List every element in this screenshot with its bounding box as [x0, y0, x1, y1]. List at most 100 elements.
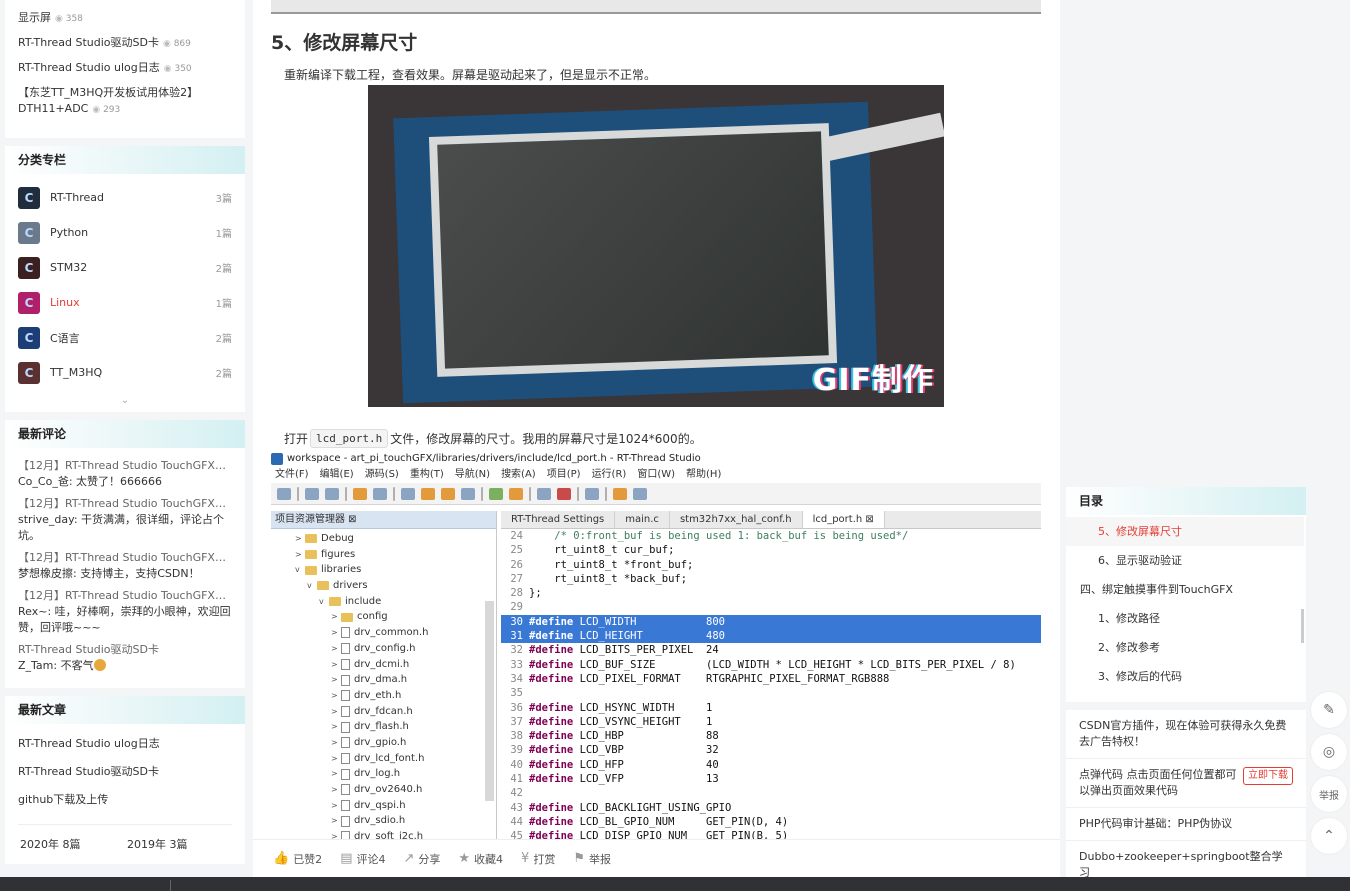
explorer-tree-item[interactable]: > Debug: [271, 531, 496, 547]
ide-menu-item[interactable]: 导航(N): [455, 467, 490, 483]
archive-2019[interactable]: 2019年 3篇: [125, 825, 232, 864]
new-article-link[interactable]: RT-Thread Studio驱动SD卡: [18, 758, 232, 786]
comment-article-link[interactable]: 【12月】RT-Thread Studio TouchGFX驱...: [18, 496, 232, 512]
twisty-icon[interactable]: >: [331, 735, 341, 751]
explorer-tree-item[interactable]: > figures: [271, 547, 496, 563]
twisty-icon[interactable]: >: [295, 531, 305, 547]
comment-article-link[interactable]: 【12月】RT-Thread Studio TouchGFX驱...: [18, 550, 232, 566]
back-to-top-icon[interactable]: ⌃: [1311, 818, 1347, 854]
twisty-icon[interactable]: >: [331, 751, 341, 767]
hot-article-link[interactable]: 显示屏 358: [18, 10, 232, 27]
download-button[interactable]: 立即下载: [1243, 767, 1293, 785]
ide-menu-item[interactable]: 帮助(H): [686, 467, 721, 483]
recommend-item[interactable]: 点弹代码 点击页面任何位置都可以弹出页面效果代码 立即下载: [1066, 759, 1306, 808]
action-label: 评论4: [356, 852, 386, 866]
twisty-icon[interactable]: >: [331, 672, 341, 688]
twisty-icon[interactable]: >: [331, 766, 341, 782]
action-0[interactable]: 👍 已赞2: [273, 851, 322, 867]
twisty-icon[interactable]: v: [307, 578, 317, 594]
hot-article-link[interactable]: 【东芝TT_M3HQ开发板试用体验2】DTH11+ADC293: [18, 85, 232, 118]
twisty-icon[interactable]: >: [331, 829, 341, 839]
twisty-icon[interactable]: >: [331, 657, 341, 673]
explorer-tree-item[interactable]: > drv_eth.h: [271, 688, 496, 704]
column-item[interactable]: C STM32 2篇: [18, 250, 232, 285]
line-number: 35: [510, 687, 523, 700]
twisty-icon[interactable]: v: [295, 562, 305, 578]
column-item[interactable]: C TT_M3HQ 2篇: [18, 355, 232, 390]
explorer-tree-item[interactable]: v libraries: [271, 562, 496, 578]
comment-article-link[interactable]: 【12月】RT-Thread Studio TouchGFX驱...: [18, 588, 232, 604]
hot-article-link[interactable]: RT-Thread Studio ulog日志 350: [18, 60, 232, 77]
explorer-tree-item[interactable]: > drv_fdcan.h: [271, 704, 496, 720]
editor-tab[interactable]: lcd_port.h ⊠: [802, 511, 885, 528]
toc-item[interactable]: 3、修改后的代码: [1066, 662, 1304, 691]
column-item[interactable]: C C语言 2篇: [18, 320, 232, 355]
report-tool[interactable]: 举报: [1311, 776, 1347, 812]
explorer-tree-item[interactable]: > drv_flash.h: [271, 719, 496, 735]
ide-menu-item[interactable]: 重构(T): [410, 467, 444, 483]
toc-item[interactable]: 1、修改路径: [1066, 604, 1304, 633]
explorer-tree-item[interactable]: > drv_sdio.h: [271, 813, 496, 829]
comment-article-link[interactable]: RT-Thread Studio驱动SD卡: [18, 642, 232, 658]
editor-tab[interactable]: main.c: [615, 511, 670, 528]
twisty-icon[interactable]: >: [331, 782, 341, 798]
explorer-tree-item[interactable]: v drivers: [271, 578, 496, 594]
ide-menu-item[interactable]: 编辑(E): [320, 467, 354, 483]
twisty-icon[interactable]: >: [331, 688, 341, 704]
explorer-tree-item[interactable]: > drv_log.h: [271, 766, 496, 782]
view-count: 293: [92, 105, 120, 115]
ide-menu-item[interactable]: 运行(R): [592, 467, 627, 483]
ide-menu-item[interactable]: 窗口(W): [637, 467, 675, 483]
twisty-icon[interactable]: >: [331, 813, 341, 829]
action-5[interactable]: ⚑ 举报: [573, 851, 611, 867]
action-2[interactable]: ↗ 分享: [403, 851, 440, 867]
toc-scrollbar[interactable]: [1301, 609, 1304, 643]
explorer-tree-item[interactable]: > drv_gpio.h: [271, 735, 496, 751]
editor-tab[interactable]: stm32h7xx_hal_conf.h: [670, 511, 803, 528]
twisty-icon[interactable]: >: [331, 798, 341, 814]
twisty-icon[interactable]: v: [319, 594, 329, 610]
explorer-tree-item[interactable]: > drv_soft_i2c.h: [271, 829, 496, 839]
explorer-tree-item[interactable]: > drv_qspi.h: [271, 798, 496, 814]
action-1[interactable]: ▤ 评论4: [340, 851, 385, 867]
comment-article-link[interactable]: 【12月】RT-Thread Studio TouchGFX驱...: [18, 458, 232, 474]
explorer-tree-item[interactable]: > drv_ov2640.h: [271, 782, 496, 798]
archive-2020[interactable]: 2020年 8篇: [18, 825, 125, 864]
ide-menu-item[interactable]: 项目(P): [547, 467, 581, 483]
toc-item[interactable]: 5、修改屏幕尺寸: [1066, 517, 1304, 546]
twisty-icon[interactable]: >: [295, 547, 305, 563]
ide-menu-item[interactable]: 源码(S): [365, 467, 399, 483]
twisty-icon[interactable]: >: [331, 625, 341, 641]
toc-item[interactable]: 6、显示驱动验证: [1066, 546, 1304, 575]
edit-icon[interactable]: ✎: [1311, 692, 1347, 728]
twisty-icon[interactable]: >: [331, 719, 341, 735]
column-item[interactable]: C RT-Thread 3篇: [18, 180, 232, 215]
recommend-item[interactable]: CSDN官方插件，现在体验可获得永久免费去广告特权！: [1066, 710, 1306, 759]
hot-article-link[interactable]: RT-Thread Studio驱动SD卡 869: [18, 35, 232, 52]
column-item[interactable]: C Python 1篇: [18, 215, 232, 250]
column-item[interactable]: C Linux 1篇: [18, 285, 232, 320]
headset-icon[interactable]: ◎: [1311, 734, 1347, 770]
twisty-icon[interactable]: >: [331, 704, 341, 720]
twisty-icon[interactable]: >: [331, 609, 341, 625]
editor-tab[interactable]: RT-Thread Settings: [501, 511, 616, 528]
action-4[interactable]: ¥ 打赏: [521, 851, 555, 867]
expand-more-icon[interactable]: ⌄: [5, 394, 245, 412]
toc-item[interactable]: 2、修改参考: [1066, 633, 1304, 662]
explorer-tree-item[interactable]: > drv_common.h: [271, 625, 496, 641]
new-article-link[interactable]: github下载及上传: [18, 786, 232, 814]
new-article-link[interactable]: RT-Thread Studio ulog日志: [18, 730, 232, 758]
explorer-tree-item[interactable]: > config: [271, 609, 496, 625]
toc-item[interactable]: 四、绑定触摸事件到TouchGFX: [1066, 575, 1304, 604]
explorer-tree-item[interactable]: > drv_dcmi.h: [271, 657, 496, 673]
explorer-tree-item[interactable]: > drv_dma.h: [271, 672, 496, 688]
action-3[interactable]: ★ 收藏4: [458, 851, 503, 867]
ide-menu-item[interactable]: 文件(F): [275, 467, 309, 483]
code-line: 45 #define LCD_DISP_GPIO_NUM GET_PIN(B, 5…: [501, 829, 1041, 839]
explorer-tree-item[interactable]: > drv_lcd_font.h: [271, 751, 496, 767]
explorer-tree-item[interactable]: > drv_config.h: [271, 641, 496, 657]
ide-menu-item[interactable]: 搜索(A): [501, 467, 536, 483]
recommend-item[interactable]: PHP代码审计基础：PHP伪协议: [1066, 808, 1306, 841]
explorer-tree-item[interactable]: v include: [271, 594, 496, 610]
twisty-icon[interactable]: >: [331, 641, 341, 657]
